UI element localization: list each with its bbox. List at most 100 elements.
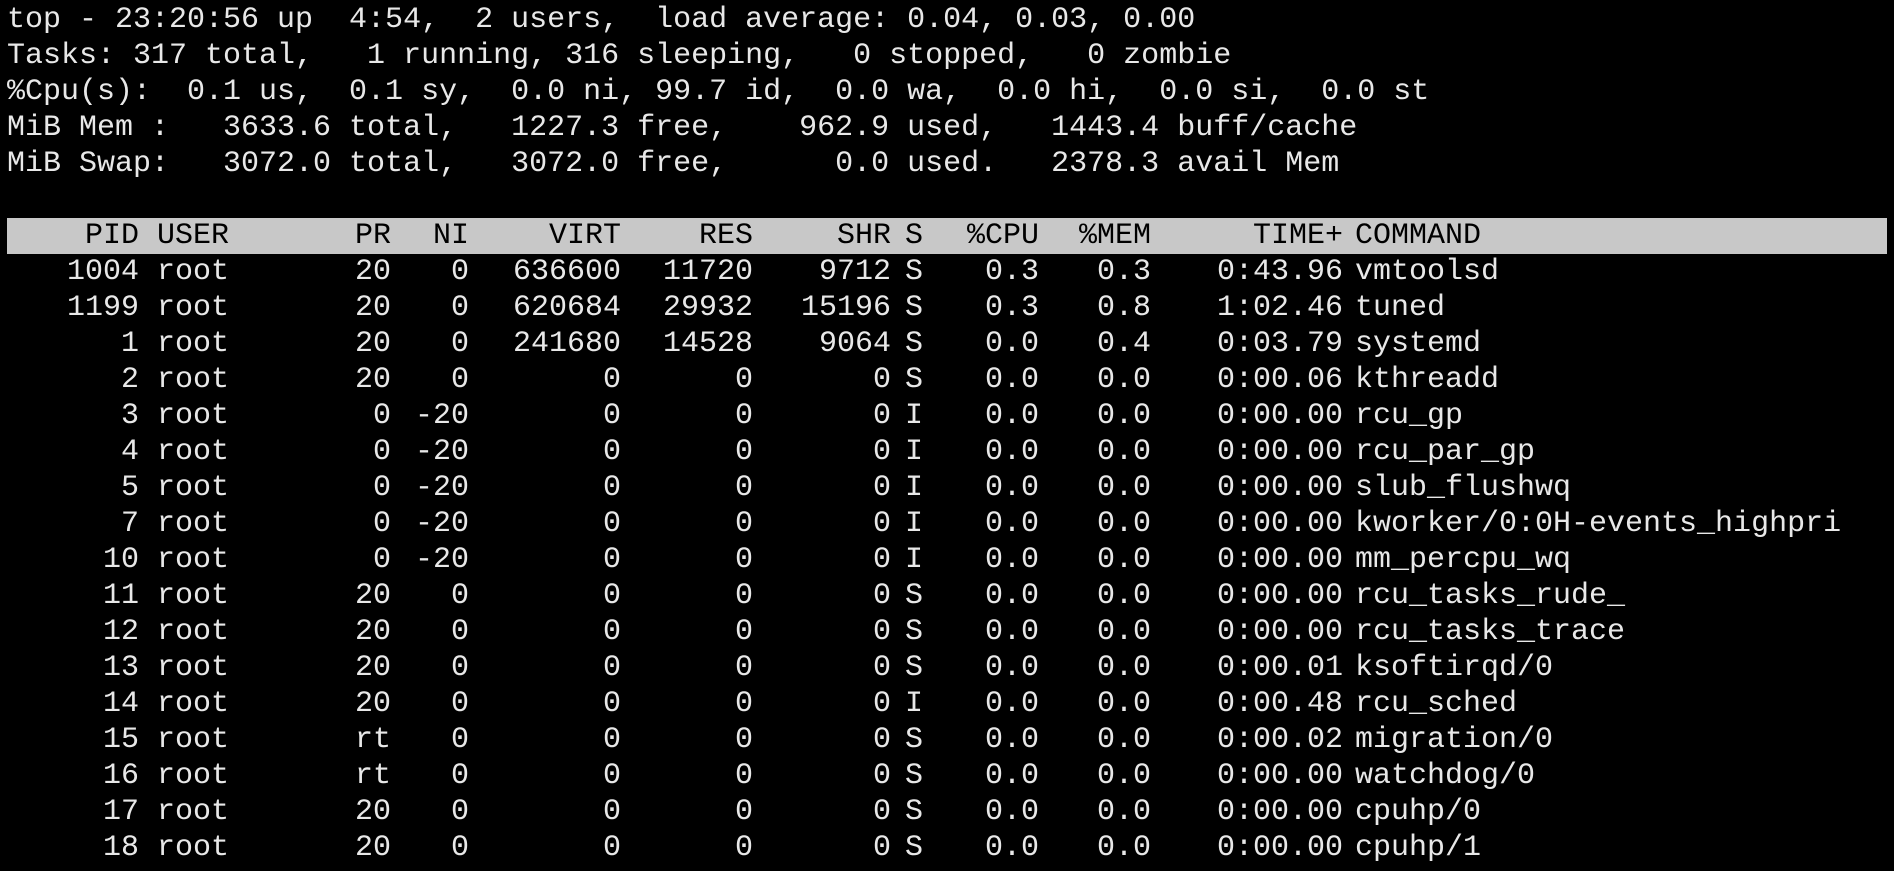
user-cell: root [157,615,230,649]
pid-cell: 5 [120,471,139,505]
virt-cell: 0 [602,471,621,505]
state-cell: S [905,759,924,793]
time-cell: 0:00.00 [1216,399,1343,433]
shr-cell: 0 [872,651,891,685]
res-cell: 0 [734,363,753,397]
state-cell: I [905,435,924,469]
command-cell: rcu_gp [1355,399,1464,433]
state-cell: S [905,327,924,361]
terminal-window[interactable]: top - 23:20:56 up 4:54, 2 users, load av… [7,2,1887,866]
nice-cell: 0 [450,687,469,721]
virt-cell: 0 [602,687,621,721]
process-row: 12 root 20 0 0 0 0 S 0.0 0.0 0:00.00 rcu… [7,614,1887,650]
priority-cell: rt [354,759,391,793]
user-cell: root [157,831,230,865]
nice-cell: -20 [414,435,469,469]
nice-cell: 0 [450,723,469,757]
state-cell: S [905,615,924,649]
process-row: 1199 root 20 0 620684 29932 15196 S 0.3 … [7,290,1887,326]
pid-cell: 3 [120,399,139,433]
user-cell: root [157,651,230,685]
summary-uptime-line: top - 23:20:56 up 4:54, 2 users, load av… [7,3,1196,37]
priority-cell: 20 [354,615,391,649]
priority-cell: 0 [372,435,391,469]
priority-cell: 0 [372,471,391,505]
column-header-cpu: %CPU [966,219,1039,253]
process-row: 17 root 20 0 0 0 0 S 0.0 0.0 0:00.00 cpu… [7,794,1887,830]
cpu-cell: 0.0 [984,831,1039,865]
cpu-cell: 0.0 [984,651,1039,685]
shr-cell: 0 [872,795,891,829]
virt-cell: 241680 [512,327,621,361]
cpu-cell: 0.0 [984,471,1039,505]
command-cell: mm_percpu_wq [1355,543,1572,577]
process-row: 1 root 20 0 241680 14528 9064 S 0.0 0.4 … [7,326,1887,362]
command-cell: slub_flushwq [1355,471,1572,505]
column-header-res: RES [698,219,753,253]
user-cell: root [157,687,230,721]
pid-cell: 15 [102,723,139,757]
process-list: 1004 root 20 0 636600 11720 9712 S 0.3 0… [7,254,1887,866]
nice-cell: 0 [450,615,469,649]
mem-cell: 0.0 [1096,363,1151,397]
command-cell: kthreadd [1355,363,1500,397]
nice-cell: 0 [450,759,469,793]
priority-cell: 20 [354,579,391,613]
shr-cell: 0 [872,435,891,469]
nice-cell: 0 [450,795,469,829]
cpu-cell: 0.0 [984,507,1039,541]
virt-cell: 0 [602,651,621,685]
process-row: 10 root 0 -20 0 0 0 I 0.0 0.0 0:00.00 mm… [7,542,1887,578]
cpu-cell: 0.0 [984,435,1039,469]
user-cell: root [157,759,230,793]
process-row: 13 root 20 0 0 0 0 S 0.0 0.0 0:00.01 kso… [7,650,1887,686]
mem-cell: 0.3 [1096,255,1151,289]
virt-cell: 0 [602,579,621,613]
virt-cell: 0 [602,363,621,397]
user-cell: root [157,795,230,829]
column-header-shr: SHR [836,219,891,253]
column-header-pr: PR [354,219,391,253]
cpu-cell: 0.0 [984,723,1039,757]
summary-cpu-line: %Cpu(s): 0.1 us, 0.1 sy, 0.0 ni, 99.7 id… [7,75,1430,109]
process-row: 3 root 0 -20 0 0 0 I 0.0 0.0 0:00.00 rcu… [7,398,1887,434]
command-cell: migration/0 [1355,723,1554,757]
virt-cell: 0 [602,831,621,865]
nice-cell: 0 [450,291,469,325]
user-cell: root [157,543,230,577]
shr-cell: 9064 [818,327,891,361]
pid-cell: 2 [120,363,139,397]
user-cell: root [157,399,230,433]
priority-cell: 20 [354,687,391,721]
user-cell: root [157,579,230,613]
nice-cell: 0 [450,363,469,397]
cpu-cell: 0.0 [984,687,1039,721]
process-row: 18 root 20 0 0 0 0 S 0.0 0.0 0:00.00 cpu… [7,830,1887,866]
shr-cell: 0 [872,507,891,541]
nice-cell: 0 [450,579,469,613]
virt-cell: 0 [602,615,621,649]
command-cell: rcu_tasks_trace [1355,615,1626,649]
res-cell: 0 [734,795,753,829]
cpu-cell: 0.3 [984,291,1039,325]
virt-cell: 0 [602,435,621,469]
process-row: 5 root 0 -20 0 0 0 I 0.0 0.0 0:00.00 slu… [7,470,1887,506]
res-cell: 0 [734,399,753,433]
mem-cell: 0.0 [1096,435,1151,469]
res-cell: 0 [734,543,753,577]
state-cell: I [905,543,924,577]
mem-cell: 0.0 [1096,687,1151,721]
time-cell: 0:00.02 [1216,723,1343,757]
user-cell: root [157,471,230,505]
user-cell: root [157,255,230,289]
pid-cell: 10 [102,543,139,577]
virt-cell: 0 [602,399,621,433]
time-cell: 0:00.00 [1216,831,1343,865]
summary-mem-line: MiB Mem : 3633.6 total, 1227.3 free, 962… [7,111,1358,145]
res-cell: 0 [734,759,753,793]
process-row: 2 root 20 0 0 0 0 S 0.0 0.0 0:00.06 kthr… [7,362,1887,398]
pid-cell: 1199 [66,291,139,325]
user-cell: root [157,507,230,541]
time-cell: 0:00.06 [1216,363,1343,397]
